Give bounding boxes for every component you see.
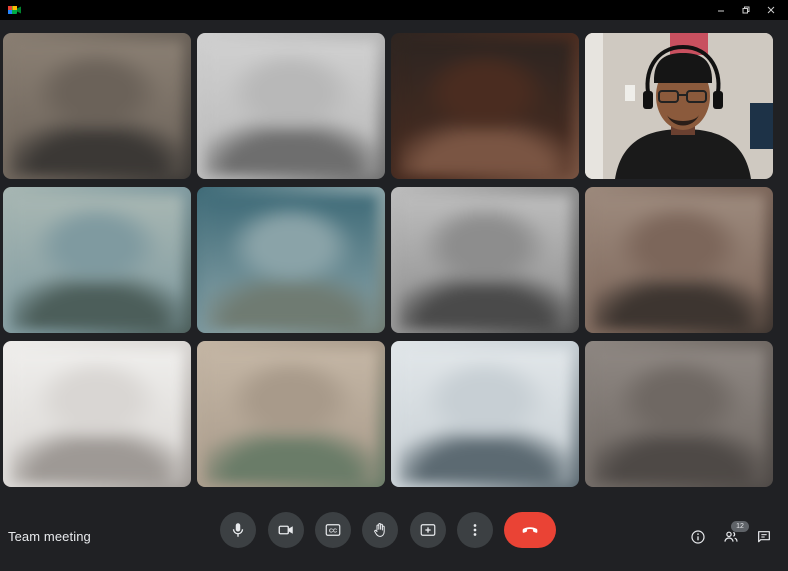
blurred-video — [205, 195, 377, 329]
captions-icon: CC — [325, 524, 341, 536]
blurred-video — [11, 195, 183, 329]
participant-tile[interactable] — [197, 187, 385, 333]
participant-tile[interactable] — [197, 341, 385, 487]
blurred-video — [399, 349, 571, 483]
mic-button[interactable] — [220, 512, 256, 548]
participant-video — [585, 33, 773, 179]
captions-label: CC — [329, 529, 337, 535]
raise-hand-button[interactable] — [362, 512, 398, 548]
camera-button[interactable] — [268, 512, 304, 548]
blurred-video — [399, 195, 571, 329]
window-titlebar — [0, 0, 788, 20]
minimize-icon — [718, 10, 724, 12]
participant-tile[interactable] — [585, 341, 773, 487]
blurred-video — [205, 41, 377, 175]
participant-count-badge: 12 — [731, 521, 749, 532]
participant-tile[interactable] — [391, 187, 579, 333]
hand-icon — [374, 522, 385, 537]
present-button[interactable] — [410, 512, 446, 548]
participant-tile[interactable] — [3, 33, 191, 179]
present-icon — [420, 524, 436, 536]
chat-button[interactable] — [755, 528, 773, 546]
leave-call-button[interactable] — [504, 512, 556, 548]
participant-tile[interactable] — [391, 33, 579, 179]
more-options-button[interactable] — [457, 512, 493, 548]
meet-logo-icon — [8, 6, 21, 14]
participant-tile[interactable] — [3, 341, 191, 487]
info-icon — [691, 530, 705, 544]
close-button[interactable] — [760, 0, 782, 20]
participant-tile[interactable] — [3, 187, 191, 333]
restore-icon — [742, 6, 750, 14]
close-icon — [767, 6, 775, 14]
restore-button[interactable] — [735, 0, 757, 20]
participant-tile[interactable] — [391, 341, 579, 487]
participant-tile[interactable] — [585, 33, 773, 179]
camera-icon — [278, 525, 293, 535]
mic-icon — [232, 523, 244, 537]
minimize-button[interactable] — [710, 0, 732, 20]
more-vert-icon — [473, 524, 477, 536]
participant-tile[interactable] — [197, 33, 385, 179]
meeting-details-button[interactable] — [689, 528, 707, 546]
participant-grid — [3, 33, 775, 488]
meeting-title: Team meeting — [8, 529, 91, 544]
blurred-video — [593, 195, 765, 329]
blurred-video — [593, 349, 765, 483]
blurred-video — [11, 41, 183, 175]
participant-tile[interactable] — [585, 187, 773, 333]
blurred-video — [399, 41, 571, 175]
hangup-icon — [522, 527, 538, 533]
captions-button[interactable]: CC — [315, 512, 351, 548]
chat-icon — [758, 531, 770, 543]
blurred-video — [205, 349, 377, 483]
blurred-video — [11, 349, 183, 483]
